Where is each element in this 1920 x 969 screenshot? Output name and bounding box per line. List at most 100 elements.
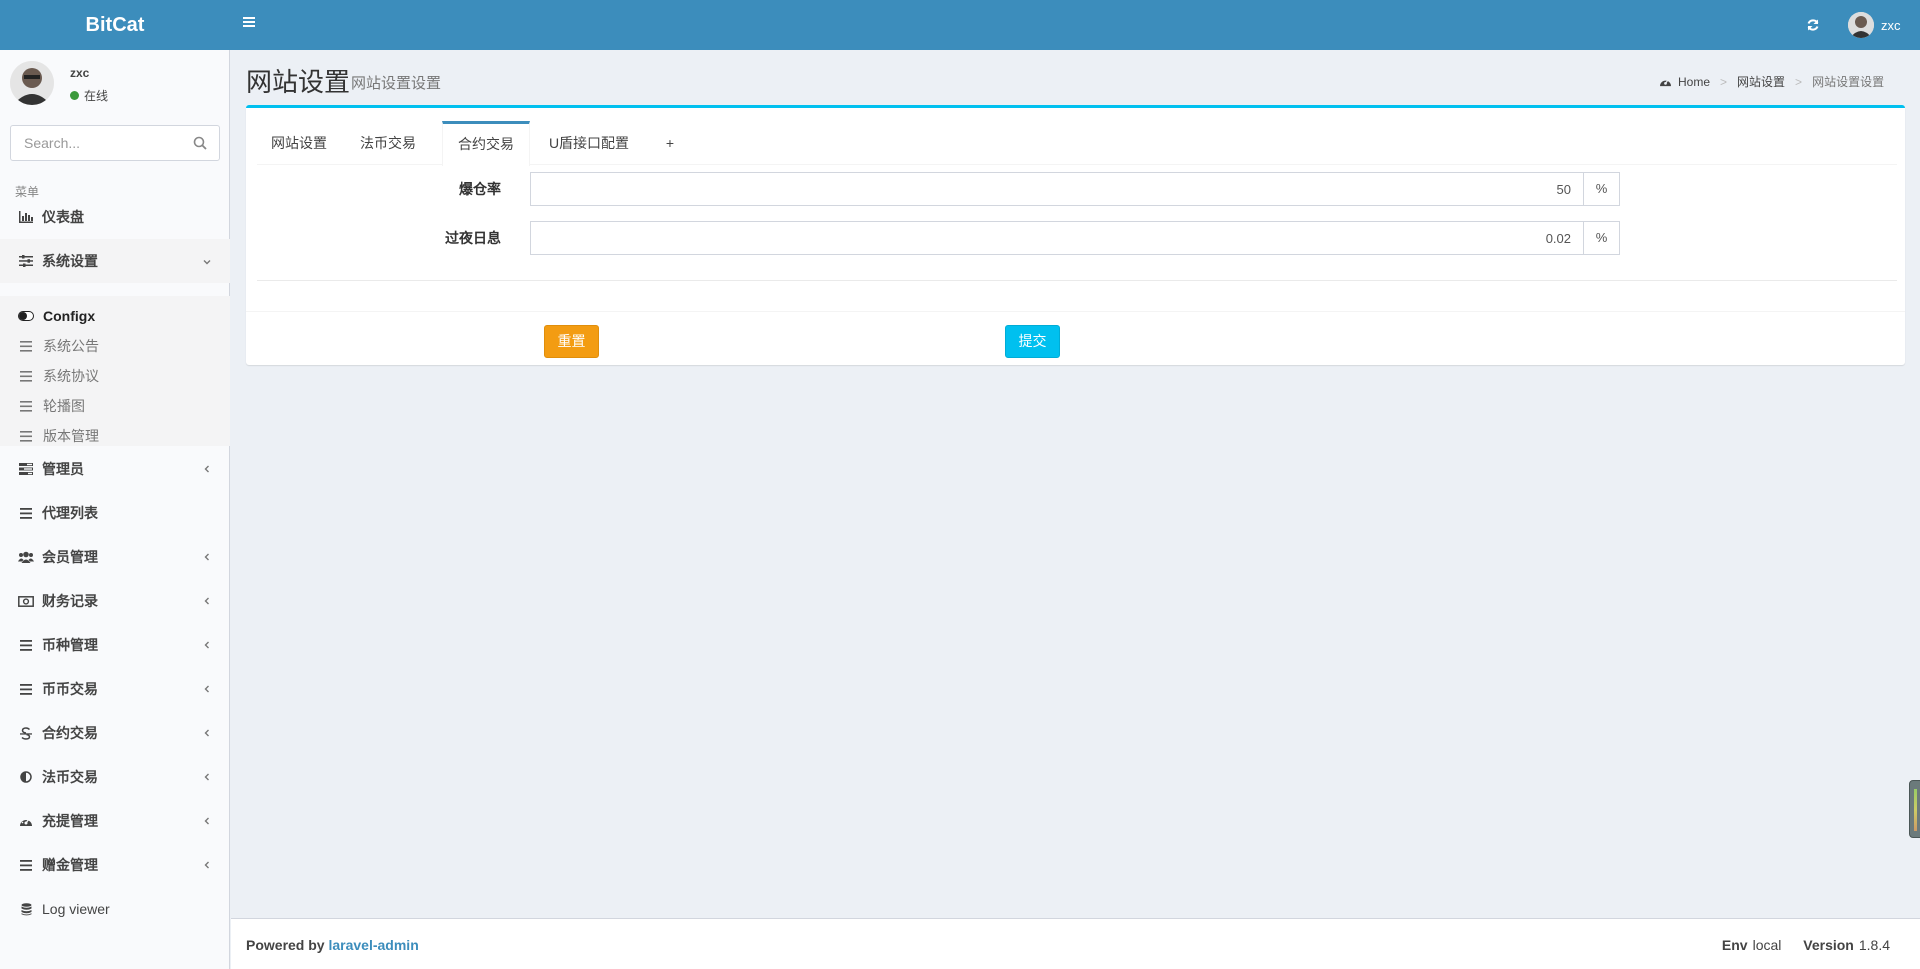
sidebar-item-fiat-trade[interactable]: 法币交易 bbox=[0, 755, 230, 799]
sidebar-item-carousel[interactable]: 轮播图 bbox=[0, 391, 230, 421]
user-name: zxc bbox=[70, 66, 90, 80]
search-input[interactable] bbox=[11, 126, 186, 160]
settings-tabs: 网站设置 法币交易 合约交易 U盾接口配置 + bbox=[257, 121, 1897, 166]
list-icon bbox=[18, 398, 34, 414]
top-navbar: BitCat zxc bbox=[0, 0, 1920, 50]
sidebar-item-admin[interactable]: 管理员 bbox=[0, 447, 230, 491]
chevron-left-icon bbox=[202, 462, 212, 476]
refresh-icon[interactable] bbox=[1806, 14, 1826, 36]
sidebar-item-spot-trade[interactable]: 币币交易 bbox=[0, 667, 230, 711]
page-footer: Powered by laravel-admin Env local Versio… bbox=[231, 918, 1920, 969]
tab-add[interactable]: + bbox=[660, 121, 680, 165]
sidebar-item-label: 轮播图 bbox=[43, 398, 85, 414]
bar-chart-icon bbox=[18, 209, 34, 225]
sidebar-item-deposit-withdraw[interactable]: 充提管理 bbox=[0, 799, 230, 843]
settings-box: 网站设置 法币交易 合约交易 U盾接口配置 + 爆仓率 % 过夜日息 % 重置 … bbox=[246, 105, 1905, 365]
liquidation-rate-field bbox=[530, 172, 1584, 206]
liquidation-rate-input[interactable] bbox=[531, 173, 1583, 205]
sidebar-search bbox=[10, 125, 220, 161]
sidebar-item-contract-trade[interactable]: 合约交易 bbox=[0, 711, 230, 755]
user-status: 在线 bbox=[70, 87, 108, 104]
breadcrumb-separator: > bbox=[1795, 74, 1803, 89]
user-name: zxc bbox=[1881, 17, 1901, 33]
list-icon bbox=[18, 505, 34, 521]
database-icon bbox=[18, 901, 34, 917]
users-icon bbox=[18, 549, 34, 565]
sidebar-item-label: 币币交易 bbox=[42, 681, 98, 697]
form-row-liquidation-rate: 爆仓率 % bbox=[246, 172, 1905, 206]
sidebar-item-agreement[interactable]: 系统协议 bbox=[0, 361, 230, 391]
money-icon bbox=[18, 593, 34, 609]
breadcrumb-home[interactable]: Home bbox=[1678, 75, 1710, 89]
tab-fiat-trade[interactable]: 法币交易 bbox=[341, 121, 435, 165]
hamburger-menu-icon[interactable] bbox=[242, 15, 262, 35]
sidebar-item-label: 仪表盘 bbox=[42, 209, 84, 225]
sidebar-item-finance[interactable]: 财务记录 bbox=[0, 579, 230, 623]
overnight-interest-input[interactable] bbox=[531, 222, 1583, 254]
sidebar-item-label: 系统设置 bbox=[42, 253, 98, 269]
version-label: Version bbox=[1803, 937, 1854, 953]
toggle-icon bbox=[18, 308, 34, 324]
chevron-left-icon bbox=[202, 726, 212, 740]
sidebar-item-label: 财务记录 bbox=[42, 593, 98, 609]
adjust-icon bbox=[18, 769, 34, 785]
sidebar-item-label: 合约交易 bbox=[42, 725, 98, 741]
sidebar-item-dashboard[interactable]: 仪表盘 bbox=[0, 195, 230, 239]
laravel-admin-link[interactable]: laravel-admin bbox=[328, 937, 418, 953]
chevron-left-icon bbox=[202, 638, 212, 652]
debug-bar-handle[interactable] bbox=[1909, 780, 1920, 838]
sidebar-item-announcement[interactable]: 系统公告 bbox=[0, 331, 230, 361]
form-divider bbox=[257, 280, 1897, 281]
sidebar-item-configx[interactable]: Configx bbox=[0, 301, 230, 331]
tab-website-settings[interactable]: 网站设置 bbox=[257, 121, 341, 165]
status-text: 在线 bbox=[84, 89, 109, 103]
sidebar-item-label: 币种管理 bbox=[42, 637, 98, 653]
user-panel: zxc 在线 bbox=[0, 50, 230, 120]
dashboard-icon bbox=[1659, 76, 1672, 88]
list-icon bbox=[18, 368, 34, 384]
page-subtitle: 网站设置设置 bbox=[351, 75, 442, 92]
list-icon bbox=[18, 428, 34, 444]
debug-bar-meter bbox=[1914, 789, 1917, 831]
sidebar-item-system-settings[interactable]: 系统设置 bbox=[0, 239, 230, 283]
chevron-left-icon bbox=[202, 770, 212, 784]
env-info: Env local Version 1.8.4 bbox=[1704, 937, 1890, 953]
sidebar-item-currency[interactable]: 币种管理 bbox=[0, 623, 230, 667]
list-icon bbox=[18, 338, 34, 354]
search-icon[interactable] bbox=[193, 136, 207, 150]
sidebar-item-log-viewer[interactable]: Log viewer bbox=[0, 887, 230, 931]
list-icon bbox=[18, 681, 34, 697]
powered-by: Powered by laravel-admin bbox=[246, 937, 419, 953]
sidebar-item-members[interactable]: 会员管理 bbox=[0, 535, 230, 579]
breadcrumb: Home > 网站设置 > 网站设置设置 bbox=[1659, 73, 1884, 90]
version-value: 1.8.4 bbox=[1858, 937, 1890, 953]
sidebar-item-label: Configx bbox=[43, 308, 96, 324]
breadcrumb-current: 网站设置设置 bbox=[1812, 75, 1885, 89]
tab-ukey-config[interactable]: U盾接口配置 bbox=[535, 121, 643, 165]
app-logo[interactable]: BitCat bbox=[0, 0, 230, 50]
sidebar: zxc 在线 菜单 仪表盘 系统设置 Config bbox=[0, 50, 230, 969]
chevron-left-icon bbox=[202, 858, 212, 872]
form-row-overnight-interest: 过夜日息 % bbox=[246, 221, 1905, 255]
sidebar-item-agent-list[interactable]: 代理列表 bbox=[0, 491, 230, 535]
submit-button[interactable]: 提交 bbox=[1005, 325, 1060, 358]
list-icon bbox=[18, 637, 34, 653]
avatar bbox=[10, 61, 54, 105]
percent-addon: % bbox=[1583, 221, 1620, 255]
sidebar-item-label: 系统公告 bbox=[43, 338, 99, 354]
tab-contract-trade[interactable]: 合约交易 bbox=[442, 121, 530, 166]
chevron-left-icon bbox=[202, 814, 212, 828]
chevron-left-icon bbox=[202, 682, 212, 696]
sidebar-item-bonus[interactable]: 赠金管理 bbox=[0, 843, 230, 887]
reset-button[interactable]: 重置 bbox=[544, 325, 599, 358]
sidebar-item-label: 管理员 bbox=[42, 461, 84, 477]
env-label: Env bbox=[1721, 937, 1748, 953]
user-menu[interactable]: zxc bbox=[1848, 10, 1901, 40]
submenu-system-settings: Configx 系统公告 系统协议 轮播图 版本管理 bbox=[0, 296, 230, 446]
sidebar-item-label: 充提管理 bbox=[42, 813, 98, 829]
tasks-icon bbox=[18, 461, 34, 477]
overnight-interest-field bbox=[530, 221, 1584, 255]
breadcrumb-separator: > bbox=[1720, 74, 1728, 89]
breadcrumb-item[interactable]: 网站设置 bbox=[1737, 73, 1785, 90]
sidebar-item-label: 会员管理 bbox=[42, 549, 98, 565]
